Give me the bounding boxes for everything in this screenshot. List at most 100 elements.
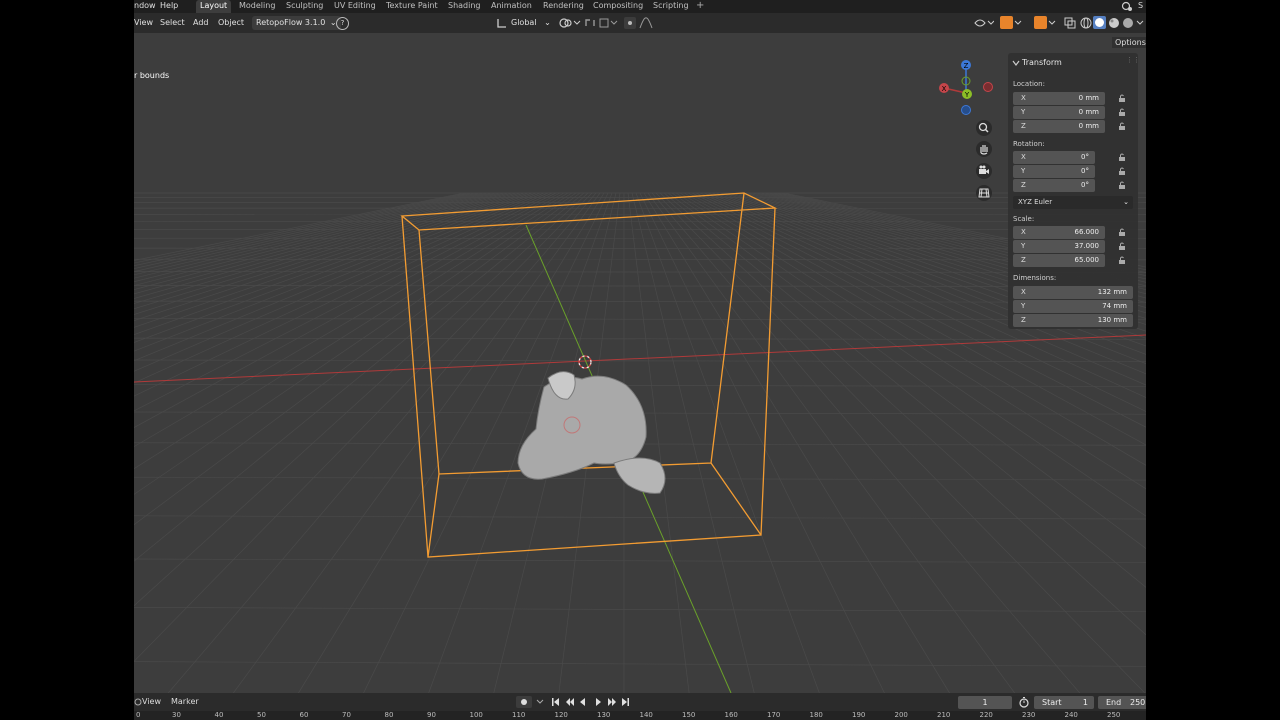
tab-layout[interactable]: Layout [196, 0, 232, 13]
tab-rendering[interactable]: Rendering [539, 0, 588, 13]
dimensions-x-field[interactable]: X 132 mm [1013, 286, 1133, 299]
scale-z-value: 65.000 [1074, 256, 1100, 264]
ruler-tick-label: 90 [427, 711, 436, 719]
zoom-button[interactable] [976, 120, 992, 136]
play-reverse-button[interactable] [580, 696, 592, 709]
tab-texture-paint[interactable]: Texture Paint [382, 0, 442, 13]
orientation-dropdown[interactable]: Global ⌄ [511, 13, 551, 33]
lock-icon[interactable] [1118, 108, 1126, 116]
grid-line [134, 271, 1146, 273]
timeline-marker-menu[interactable]: Marker [171, 693, 199, 711]
play-button[interactable] [595, 696, 607, 709]
lock-icon[interactable] [1118, 181, 1126, 189]
scale-y-field[interactable]: Y 37.000 [1013, 240, 1105, 253]
3d-viewport[interactable]: r bounds Options Z X Y Transform ⋮⋮ Loca… [134, 33, 1146, 693]
panel-collapse-icon[interactable] [1012, 59, 1020, 67]
snap-target-icon[interactable] [599, 17, 619, 29]
frame-ruler[interactable]: 0 30 40 50 60 70 80 90 100 110 120 130 140 150 160 170 1… [134, 711, 1146, 720]
end-frame-field[interactable]: End 250 [1098, 696, 1146, 709]
ruler-tick-label: 250 [1107, 711, 1121, 719]
gizmo-toggle-icon[interactable] [1000, 16, 1013, 29]
tab-animation[interactable]: Animation [487, 0, 536, 13]
timeline-view-menu[interactable]: View [142, 693, 161, 711]
visibility-icon[interactable] [974, 17, 994, 29]
stopwatch-icon[interactable] [1018, 696, 1030, 708]
jump-to-keyframe-forward-button[interactable] [608, 696, 620, 709]
panel-title: Transform [1022, 58, 1062, 67]
grid-line [134, 247, 1146, 250]
jump-to-start-button[interactable] [552, 696, 564, 709]
location-label: Location: [1013, 80, 1045, 88]
scale-z-field[interactable]: Z 65.000 [1013, 254, 1105, 267]
xray-icon[interactable] [1064, 17, 1076, 29]
ruler-tick-label: 30 [172, 711, 181, 719]
lock-icon[interactable] [1118, 153, 1126, 161]
retopoflow-menu[interactable]: RetopoFlow 3.1.0 ⌄ [252, 16, 341, 30]
location-z-value: 0 mm [1078, 122, 1099, 130]
menu-object[interactable]: Object [218, 13, 244, 33]
chevron-down-icon[interactable] [1136, 17, 1144, 29]
auto-keying-button[interactable] [516, 696, 532, 708]
lock-icon[interactable] [1118, 228, 1126, 236]
tab-scripting[interactable]: Scripting [649, 0, 693, 13]
menu-add[interactable]: Add [193, 13, 209, 33]
material-shading-icon[interactable] [1108, 17, 1120, 29]
jump-to-end-button[interactable] [622, 696, 634, 709]
pivot-point-icon[interactable] [558, 17, 582, 29]
ruler-tick-label: 190 [852, 711, 866, 719]
falloff-icon[interactable] [639, 17, 653, 29]
current-frame-field[interactable]: 1 [958, 696, 1012, 709]
drag-handle-icon[interactable]: ⋮⋮ [1126, 56, 1140, 64]
lock-icon[interactable] [1118, 122, 1126, 130]
menu-help[interactable]: Help [160, 0, 178, 13]
ruler-tick-label: 150 [682, 711, 696, 719]
tab-shading[interactable]: Shading [444, 0, 485, 13]
rotation-y-field[interactable]: Y 0° [1013, 165, 1095, 178]
location-y-field[interactable]: Y 0 mm [1013, 106, 1105, 119]
axis-label: Z [1021, 122, 1026, 130]
proportional-edit-button[interactable] [624, 17, 636, 29]
perspective-toggle-button[interactable] [976, 185, 992, 201]
ruler-tick-label: 120 [554, 711, 568, 719]
rotation-mode-dropdown[interactable]: XYZ Euler ⌄ [1013, 196, 1133, 209]
scene-icon[interactable] [1120, 1, 1134, 12]
dimensions-z-field[interactable]: Z 130 mm [1013, 314, 1133, 327]
lock-icon[interactable] [1118, 94, 1126, 102]
snap-icon[interactable] [584, 17, 596, 29]
pan-button[interactable] [976, 141, 992, 157]
overlay-toggle-icon[interactable] [1034, 16, 1047, 29]
add-workspace-button[interactable]: + [696, 0, 704, 13]
navigation-gizmo[interactable]: Z X Y [934, 57, 994, 117]
timeline: View Marker 1 Start 1 End 250 0 30 40 50… [134, 693, 1146, 720]
tab-compositing[interactable]: Compositing [589, 0, 647, 13]
menu-select[interactable]: Select [160, 13, 185, 33]
rotation-z-field[interactable]: Z 0° [1013, 179, 1095, 192]
help-icon[interactable]: ? [336, 17, 349, 30]
rotation-x-field[interactable]: X 0° [1013, 151, 1095, 164]
ruler-tick-label: 50 [257, 711, 266, 719]
options-button[interactable]: Options [1112, 37, 1146, 48]
solid-shading-button[interactable] [1093, 16, 1106, 29]
dimensions-x-value: 132 mm [1097, 288, 1127, 296]
camera-view-button[interactable] [976, 163, 992, 179]
chevron-down-icon[interactable] [1014, 17, 1022, 29]
chevron-down-icon[interactable] [1048, 17, 1056, 29]
dimensions-y-field[interactable]: Y 74 mm [1013, 300, 1133, 313]
lock-icon[interactable] [1118, 167, 1126, 175]
x-axis-line [134, 334, 1146, 383]
start-frame-field[interactable]: Start 1 [1034, 696, 1094, 709]
tab-uv-editing[interactable]: UV Editing [330, 0, 380, 13]
lock-icon[interactable] [1118, 242, 1126, 250]
menu-window[interactable]: ndow [134, 0, 156, 13]
lock-icon[interactable] [1118, 256, 1126, 264]
wireframe-shading-icon[interactable] [1080, 17, 1092, 29]
tab-sculpting[interactable]: Sculpting [282, 0, 327, 13]
tab-modeling[interactable]: Modeling [235, 0, 279, 13]
rendered-shading-icon[interactable] [1122, 17, 1134, 29]
chevron-down-icon[interactable] [536, 698, 544, 706]
location-x-field[interactable]: X 0 mm [1013, 92, 1105, 105]
menu-view[interactable]: View [134, 13, 153, 33]
jump-to-keyframe-back-button[interactable] [566, 696, 578, 709]
scale-x-field[interactable]: X 66.000 [1013, 226, 1105, 239]
location-z-field[interactable]: Z 0 mm [1013, 120, 1105, 133]
